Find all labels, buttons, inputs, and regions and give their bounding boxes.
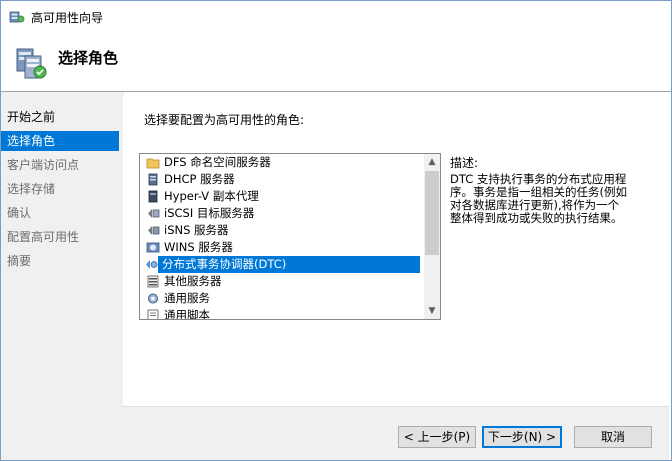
- wins-icon: [146, 242, 160, 253]
- scroll-up-arrow-icon[interactable]: ▲: [424, 154, 440, 170]
- title-bar[interactable]: 高可用性向导: [1, 1, 671, 32]
- list-item[interactable]: DHCP 服务器: [142, 171, 422, 188]
- other-server-icon: [147, 275, 159, 288]
- generic-script-icon: [147, 309, 159, 319]
- step-confirmation: 确认: [7, 206, 32, 220]
- iscsi-icon: [148, 209, 160, 218]
- description-label: 描述:: [450, 156, 479, 170]
- cancel-button[interactable]: 取消: [574, 426, 652, 448]
- page-title: 选择角色: [58, 49, 119, 67]
- step-select-role[interactable]: 选择角色: [1, 131, 119, 151]
- next-button[interactable]: 下一步(N) >: [482, 426, 562, 448]
- scrollbar-thumb[interactable]: [425, 171, 439, 255]
- listbox-scrollbar[interactable]: ▲ ▼: [424, 154, 440, 319]
- window-title: 高可用性向导: [31, 11, 104, 25]
- step-select-storage: 选择存储: [7, 182, 56, 196]
- list-item[interactable]: 通用服务: [142, 290, 422, 307]
- list-item[interactable]: 其他服务器: [142, 273, 422, 290]
- step-client-access-point: 客户端访问点: [7, 158, 80, 172]
- scroll-down-arrow-icon[interactable]: ▼: [424, 303, 440, 319]
- cluster-role-icon: [16, 48, 47, 79]
- role-listbox[interactable]: DFS 命名空间服务器 DHCP 服务器 Hyper-V 副本代理 iSCSI …: [139, 153, 441, 320]
- list-item[interactable]: DFS 命名空间服务器: [142, 154, 422, 171]
- hyperv-icon: [148, 190, 158, 203]
- list-item[interactable]: 通用脚本: [142, 307, 422, 319]
- list-item[interactable]: 分布式事务协调器(DTC): [146, 256, 420, 273]
- wizard-steps-sidebar: 开始之前 选择角色 客户端访问点 选择存储 确认 配置高可用性 摘要: [1, 92, 121, 460]
- generic-service-icon: [148, 293, 158, 304]
- step-before-you-begin[interactable]: 开始之前: [1, 107, 121, 127]
- dhcp-server-icon: [148, 173, 158, 186]
- list-item[interactable]: WINS 服务器: [142, 239, 422, 256]
- step-configure-ha: 配置高可用性: [7, 230, 80, 244]
- list-item[interactable]: iSNS 服务器: [142, 222, 422, 239]
- step-summary: 摘要: [7, 254, 32, 268]
- isns-icon: [148, 226, 160, 235]
- dtc-icon: [146, 260, 158, 269]
- list-item[interactable]: iSCSI 目标服务器: [142, 205, 422, 222]
- wizard-window: 高可用性向导 选择角色 开始之前 选择角色 客户端访问点 选择存储 确认 配置高…: [0, 0, 672, 461]
- dfs-folder-icon: [146, 158, 160, 169]
- list-item[interactable]: Hyper-V 副本代理: [142, 188, 422, 205]
- cluster-wizard-icon: [9, 11, 25, 23]
- previous-button[interactable]: < 上一步(P): [398, 426, 476, 448]
- role-description: DTC 支持执行事务的分布式应用程 序。事务是指一组相关的任务(例如 对各数据库…: [450, 172, 627, 225]
- role-prompt: 选择要配置为高可用性的角色:: [144, 113, 305, 127]
